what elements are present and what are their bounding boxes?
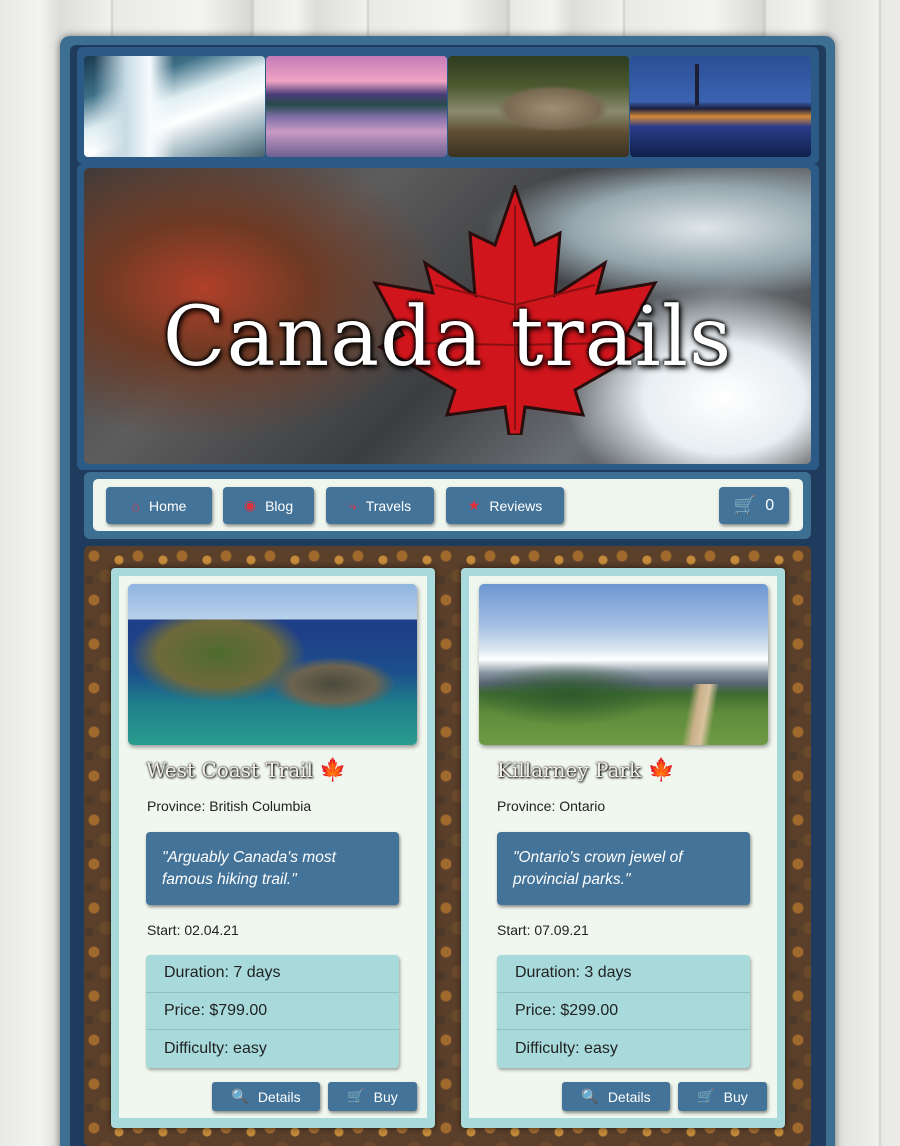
- buy-button[interactable]: 🛒 Buy: [328, 1082, 417, 1111]
- trail-start-date: Start: 02.04.21: [147, 922, 239, 938]
- trail-title: West Coast Trail 🍁: [146, 758, 347, 783]
- details-button[interactable]: 🔍 Details: [562, 1082, 670, 1111]
- trail-duration: Duration: 7 days: [146, 955, 399, 993]
- buy-label: Buy: [723, 1088, 748, 1105]
- trail-name: Killarney Park: [497, 758, 642, 782]
- nav-home-button[interactable]: ⌂ Home: [106, 487, 212, 524]
- route-icon: ⤷: [348, 497, 357, 513]
- thumbnail-waterfall[interactable]: [84, 56, 265, 157]
- trail-stats: Duration: 7 days Price: $799.00 Difficul…: [146, 955, 399, 1068]
- trail-province: Province: British Columbia: [147, 798, 312, 814]
- details-label: Details: [607, 1088, 651, 1105]
- buy-button[interactable]: 🛒 Buy: [678, 1082, 767, 1111]
- trail-quote: "Arguably Canada's most famous hiking tr…: [146, 832, 399, 905]
- home-icon: ⌂: [131, 497, 141, 514]
- thumbnail-lake-sunset[interactable]: [266, 56, 447, 157]
- trail-image-coast: [128, 584, 417, 745]
- trail-title: Killarney Park 🍁: [497, 758, 675, 783]
- nav-travels-button[interactable]: ⤷ Travels: [326, 487, 434, 524]
- buy-label: Buy: [373, 1088, 398, 1105]
- details-label: Details: [257, 1088, 301, 1105]
- cart-icon: 🛒: [697, 1088, 715, 1104]
- cart-icon: 🛒: [733, 495, 757, 515]
- site-title: Canada trails: [162, 290, 733, 385]
- maple-leaf-icon: 🍁: [647, 758, 675, 783]
- maple-leaf-icon: 🍁: [319, 758, 347, 783]
- star-icon: ★: [467, 497, 481, 513]
- trail-price: Price: $799.00: [146, 993, 399, 1031]
- trail-quote: "Ontario's crown jewel of provincial par…: [497, 832, 750, 905]
- nav-reviews-label: Reviews: [489, 497, 543, 514]
- trail-name: West Coast Trail: [146, 758, 313, 782]
- trail-start-date: Start: 07.09.21: [497, 922, 589, 938]
- search-icon: 🔍: [231, 1088, 249, 1104]
- trail-difficulty: Difficulty: easy: [164, 1040, 267, 1058]
- trail-price: Price: $299.00: [497, 993, 750, 1031]
- nav-travels-label: Travels: [365, 497, 412, 514]
- cart-count: 0: [765, 496, 775, 514]
- nav-reviews-button[interactable]: ★ Reviews: [446, 487, 564, 524]
- details-button[interactable]: 🔍 Details: [212, 1082, 320, 1111]
- thumbnail-city-skyline[interactable]: [630, 56, 811, 157]
- trail-duration: Duration: 3 days: [497, 955, 750, 993]
- nav-home-label: Home: [149, 497, 187, 514]
- blog-icon: ◉: [243, 497, 257, 513]
- search-icon: 🔍: [581, 1088, 599, 1104]
- trail-stats: Duration: 3 days Price: $299.00 Difficul…: [497, 955, 750, 1068]
- trail-difficulty: Difficulty: easy: [515, 1040, 618, 1058]
- cart-button[interactable]: 🛒 0: [719, 487, 789, 524]
- trail-image-mountain: [479, 584, 768, 745]
- nav-blog-label: Blog: [265, 497, 294, 514]
- nav-blog-button[interactable]: ◉ Blog: [223, 487, 314, 524]
- thumbnail-wolves[interactable]: [448, 56, 629, 157]
- cart-icon: 🛒: [347, 1088, 365, 1104]
- trail-province: Province: Ontario: [497, 798, 606, 814]
